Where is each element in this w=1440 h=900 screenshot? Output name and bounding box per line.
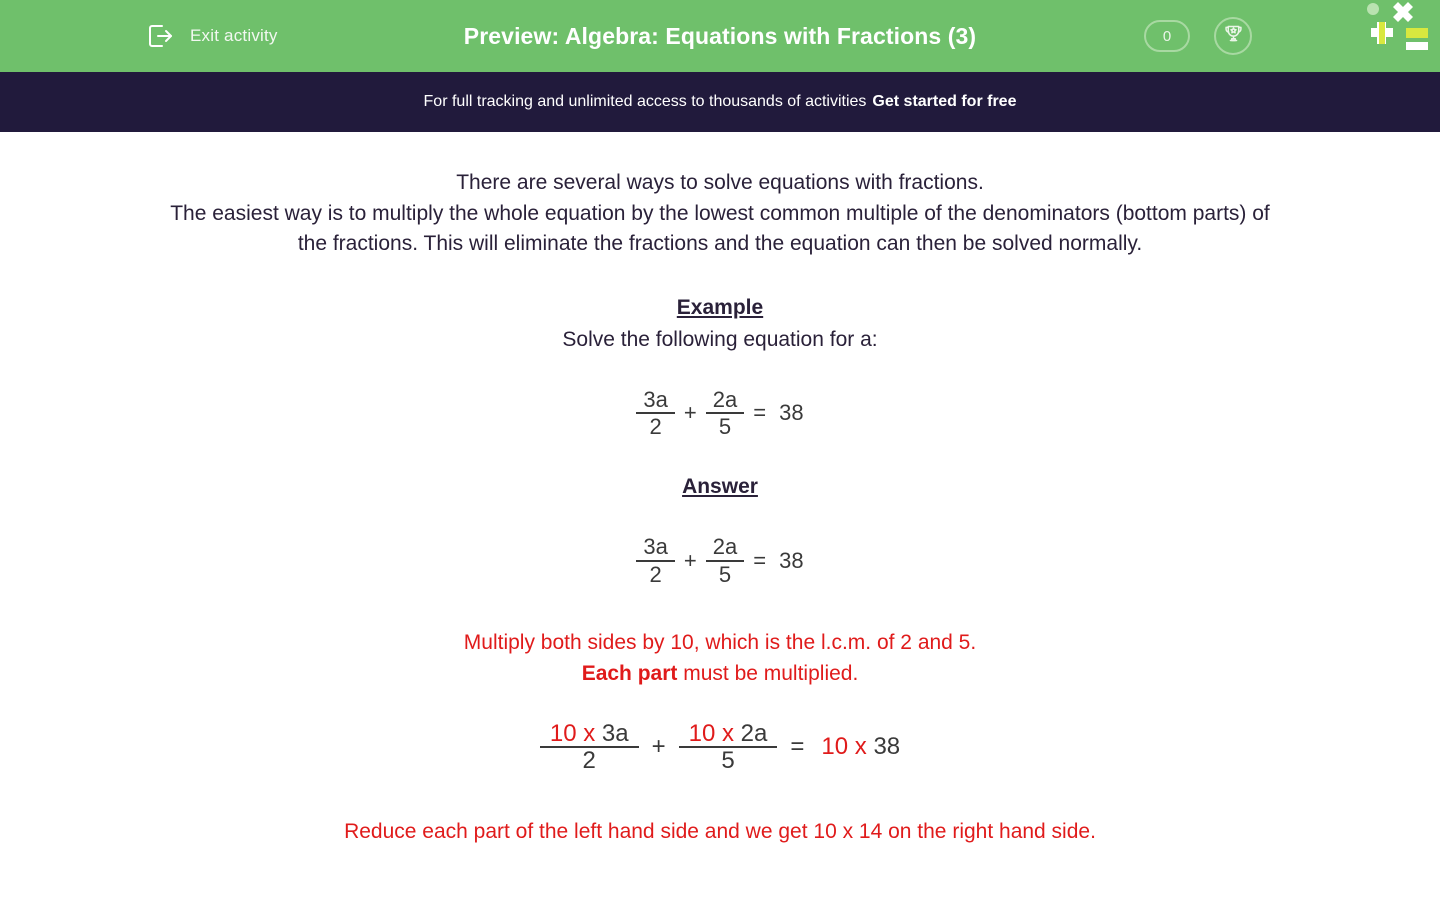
trophy-button[interactable] <box>1214 17 1252 55</box>
right-hand-side: 38 <box>779 400 804 426</box>
note-rest: must be multiplied. <box>677 661 859 685</box>
step-note-multiply: Multiply both sides by 10, which is the … <box>0 627 1440 689</box>
denominator: 5 <box>721 747 735 775</box>
numerator: 2a <box>712 534 738 559</box>
get-started-link[interactable]: Get started for free <box>872 93 1016 111</box>
denominator: 2 <box>649 414 662 440</box>
intro-line-2: The easiest way is to multiply the whole… <box>170 201 1270 256</box>
numerator-term: 2a <box>740 719 768 747</box>
numerator-multiplier: 10 x <box>688 719 734 747</box>
numerator: 3a <box>643 386 668 412</box>
equals-operator: = <box>753 400 767 426</box>
promo-text: For full tracking and unlimited access t… <box>423 93 867 110</box>
score-badge[interactable]: 0 <box>1144 20 1190 52</box>
example-heading: Example <box>676 295 764 319</box>
equation-answer-step1: 3a 2 + 2a 5 = 38 <box>0 535 1440 587</box>
fraction-10x2a-over-5: 10 x 2a 5 <box>678 719 778 775</box>
fraction-2a-over-5: 2a 5 <box>705 386 745 440</box>
plus-operator: + <box>683 400 697 426</box>
denominator: 2 <box>582 747 596 775</box>
trophy-icon <box>1223 23 1244 49</box>
header-actions: 0 <box>1144 17 1252 55</box>
fraction-3a-over-2: 3a 2 <box>636 534 675 587</box>
equals-operator: = <box>790 733 805 761</box>
intro-line-1: There are several ways to solve equation… <box>456 171 984 194</box>
site-logo[interactable] <box>1358 0 1432 56</box>
rhs-multiplier: 10 x <box>821 733 867 761</box>
numerator: 2a <box>712 386 738 412</box>
numerator-term: 3a <box>601 719 629 747</box>
equation-multiplied: 10 x 3a 2 + 10 x 2a 5 = 10 x 38 <box>0 719 1440 775</box>
answer-heading: Answer <box>682 475 758 498</box>
app-header: Exit activity Preview: Algebra: Equation… <box>0 0 1440 72</box>
fraction-2a-over-5: 2a 5 <box>705 534 745 587</box>
promo-banner: For full tracking and unlimited access t… <box>0 72 1440 132</box>
rhs-term: 38 <box>873 733 901 761</box>
example-prompt: Solve the following equation for a: <box>562 327 878 351</box>
numerator: 10 x 3a <box>540 719 639 747</box>
step-note-reduce: Reduce each part of the left hand side a… <box>344 820 1096 844</box>
activity-content: There are several ways to solve equation… <box>0 132 1440 847</box>
fraction-10x3a-over-2: 10 x 3a 2 <box>539 719 639 775</box>
numerator-multiplier: 10 x <box>549 719 596 747</box>
right-hand-side: 38 <box>779 547 804 573</box>
denominator: 5 <box>718 561 732 587</box>
equals-operator: = <box>753 547 767 573</box>
plus-operator: + <box>683 547 697 573</box>
numerator: 3a <box>643 534 668 559</box>
denominator: 5 <box>718 414 732 440</box>
plus-operator: + <box>651 733 666 761</box>
fraction-3a-over-2: 3a 2 <box>636 386 675 440</box>
right-hand-side: 10 x 38 <box>817 733 900 761</box>
note-line-2: Each part must be multiplied. <box>0 658 1440 689</box>
note-emphasis: Each part <box>581 661 678 685</box>
denominator: 2 <box>649 561 662 587</box>
numerator: 10 x 2a <box>679 719 778 747</box>
note-line-1: Multiply both sides by 10, which is the … <box>463 630 977 654</box>
equation-example: 3a 2 + 2a 5 = 38 <box>0 386 1440 440</box>
